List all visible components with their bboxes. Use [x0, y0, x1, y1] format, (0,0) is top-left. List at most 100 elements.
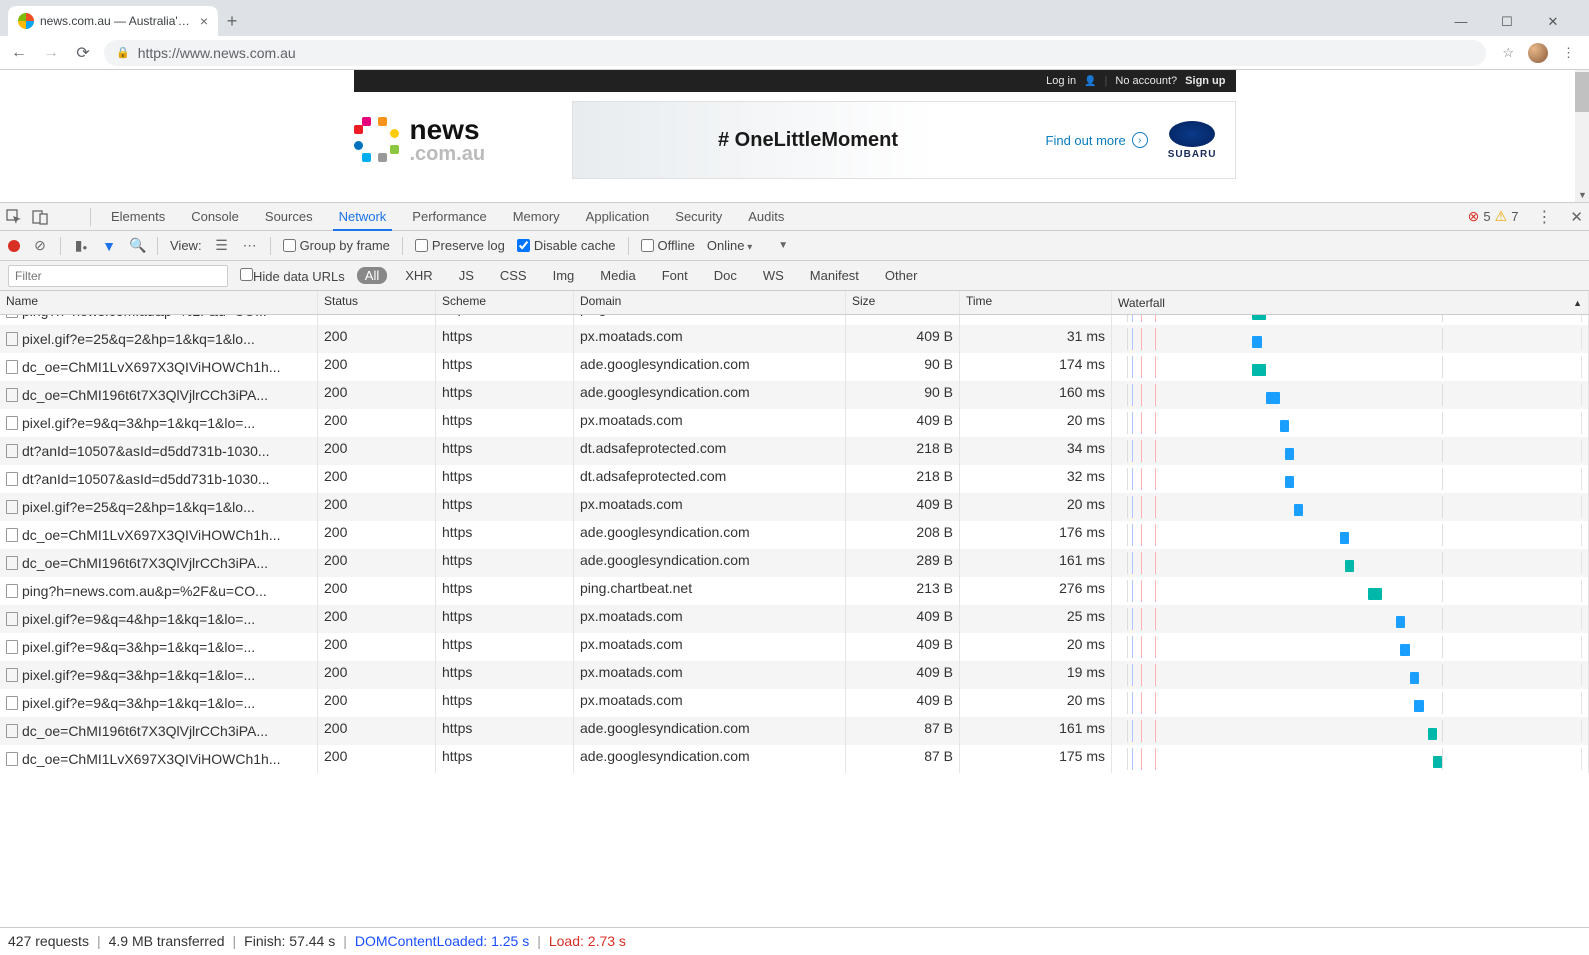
- network-row[interactable]: dt?anId=10507&asId=d5dd731b-1030...200ht…: [0, 437, 1589, 465]
- page-scrollbar[interactable]: ▼: [1575, 70, 1589, 202]
- request-name: dc_oe=ChMI196t6t7X3QlVjlrCCh3iPA...: [22, 387, 268, 403]
- request-size: 289 B: [846, 549, 960, 577]
- request-domain: dt.adsafeprotected.com: [574, 465, 846, 493]
- request-waterfall: [1112, 493, 1589, 521]
- devtools-menu-icon[interactable]: ⋮: [1536, 207, 1552, 227]
- sort-asc-icon[interactable]: ▲: [1573, 298, 1582, 308]
- browser-tab[interactable]: news.com.au — Australia's #1 ne ×: [8, 6, 218, 36]
- document-icon: [6, 472, 18, 486]
- request-status: 200: [318, 717, 436, 745]
- window-minimize-button[interactable]: —: [1447, 14, 1475, 30]
- error-count-icon[interactable]: ⊗: [1468, 208, 1480, 225]
- filter-toggle-icon[interactable]: ▼: [101, 238, 117, 254]
- browser-menu-icon[interactable]: ⋮: [1562, 45, 1575, 61]
- network-row[interactable]: pixel.gif?e=25&q=2&hp=1&kq=1&lo...200htt…: [0, 493, 1589, 521]
- login-link[interactable]: Log in: [1046, 75, 1076, 87]
- filter-type-js[interactable]: JS: [451, 267, 482, 284]
- logo-text-main: news: [410, 116, 486, 144]
- request-scheme: https: [436, 689, 574, 717]
- panel-tab-elements[interactable]: Elements: [105, 203, 171, 231]
- network-row[interactable]: dc_oe=ChMI196t6t7X3QlVjlrCCh3iPA...200ht…: [0, 381, 1589, 409]
- hide-data-urls-checkbox[interactable]: Hide data URLs: [240, 268, 345, 284]
- preserve-log-checkbox[interactable]: Preserve log: [415, 238, 505, 253]
- network-table-body[interactable]: ping?h=news.com.au&p=%2F&u=CO...200https…: [0, 315, 1589, 927]
- window-close-button[interactable]: ✕: [1539, 14, 1567, 30]
- dropdown-caret-icon[interactable]: ▼: [778, 240, 788, 251]
- nav-forward-button[interactable]: →: [40, 44, 62, 62]
- panel-tab-memory[interactable]: Memory: [507, 203, 566, 231]
- profile-avatar-icon[interactable]: [1528, 43, 1548, 63]
- request-size: 409 B: [846, 493, 960, 521]
- devtools-close-icon[interactable]: ✕: [1570, 208, 1583, 226]
- device-toolbar-icon[interactable]: [32, 209, 48, 225]
- filter-type-ws[interactable]: WS: [755, 267, 792, 284]
- large-rows-icon[interactable]: ☰: [214, 237, 230, 254]
- panel-tab-network[interactable]: Network: [333, 203, 393, 231]
- panel-tab-console[interactable]: Console: [185, 203, 245, 231]
- network-row[interactable]: pixel.gif?e=9&q=4&hp=1&kq=1&lo=...200htt…: [0, 605, 1589, 633]
- request-size: 87 B: [846, 717, 960, 745]
- overview-icon[interactable]: ⋯: [242, 237, 258, 254]
- request-domain: ade.googlesyndication.com: [574, 521, 846, 549]
- request-status: 200: [318, 325, 436, 353]
- network-row[interactable]: ping?h=news.com.au&p=%2F&u=CO...200https…: [0, 315, 1589, 325]
- nav-reload-button[interactable]: ⟳: [72, 43, 94, 63]
- filter-type-font[interactable]: Font: [654, 267, 696, 284]
- window-maximize-button[interactable]: ☐: [1493, 14, 1521, 30]
- inspect-element-icon[interactable]: [6, 209, 22, 225]
- status-load: Load: 2.73 s: [549, 933, 626, 949]
- filter-type-css[interactable]: CSS: [492, 267, 535, 284]
- bookmark-star-icon[interactable]: ☆: [1502, 45, 1514, 61]
- panel-tab-security[interactable]: Security: [669, 203, 728, 231]
- filter-type-doc[interactable]: Doc: [706, 267, 745, 284]
- new-tab-button[interactable]: +: [218, 6, 246, 36]
- record-button[interactable]: [8, 240, 20, 252]
- filter-type-img[interactable]: Img: [545, 267, 583, 284]
- network-row[interactable]: dc_oe=ChMI1LvX697X3QIViHOWCh1h...200http…: [0, 353, 1589, 381]
- network-row[interactable]: pixel.gif?e=25&q=2&hp=1&kq=1&lo...200htt…: [0, 325, 1589, 353]
- capture-screenshots-icon[interactable]: ▮●: [73, 237, 89, 254]
- site-logo[interactable]: news .com.au: [354, 116, 554, 164]
- offline-checkbox[interactable]: Offline: [641, 238, 695, 253]
- network-row[interactable]: dc_oe=ChMI196t6t7X3QlVjlrCCh3iPA...200ht…: [0, 717, 1589, 745]
- filter-input[interactable]: [8, 265, 228, 287]
- nav-back-button[interactable]: ←: [8, 44, 30, 62]
- signup-link[interactable]: Sign up: [1185, 75, 1225, 87]
- filter-type-xhr[interactable]: XHR: [397, 267, 440, 284]
- network-row[interactable]: pixel.gif?e=9&q=3&hp=1&kq=1&lo=...200htt…: [0, 661, 1589, 689]
- network-row[interactable]: pixel.gif?e=9&q=3&hp=1&kq=1&lo=...200htt…: [0, 409, 1589, 437]
- ad-banner[interactable]: # OneLittleMoment Find out more › SUBARU: [572, 101, 1236, 179]
- network-row[interactable]: dt?anId=10507&asId=d5dd731b-1030...200ht…: [0, 465, 1589, 493]
- panel-tab-performance[interactable]: Performance: [406, 203, 492, 231]
- request-status: 200: [318, 549, 436, 577]
- tab-close-icon[interactable]: ×: [200, 13, 208, 29]
- panel-tab-sources[interactable]: Sources: [259, 203, 319, 231]
- clear-log-icon[interactable]: ⊘: [32, 237, 48, 254]
- search-icon[interactable]: 🔍: [129, 237, 145, 254]
- warning-count-icon[interactable]: ⚠: [1495, 208, 1508, 225]
- request-status: 200: [318, 493, 436, 521]
- url-field[interactable]: 🔒 https://www.news.com.au: [104, 40, 1486, 66]
- request-waterfall: [1112, 689, 1589, 717]
- network-row[interactable]: pixel.gif?e=9&q=3&hp=1&kq=1&lo=...200htt…: [0, 633, 1589, 661]
- document-icon: [6, 444, 18, 458]
- request-name: pixel.gif?e=9&q=3&hp=1&kq=1&lo=...: [22, 415, 255, 431]
- group-by-frame-checkbox[interactable]: Group by frame: [283, 238, 390, 253]
- disable-cache-checkbox[interactable]: Disable cache: [517, 238, 616, 253]
- throttling-select[interactable]: Online: [707, 238, 752, 253]
- filter-type-media[interactable]: Media: [592, 267, 643, 284]
- request-domain: ade.googlesyndication.com: [574, 353, 846, 381]
- network-table-header[interactable]: Name Status Scheme Domain Size Time Wate…: [0, 291, 1589, 315]
- filter-type-all[interactable]: All: [357, 267, 387, 284]
- request-size: 218 B: [846, 465, 960, 493]
- network-row[interactable]: dc_oe=ChMI1LvX697X3QIViHOWCh1h...200http…: [0, 521, 1589, 549]
- network-row[interactable]: dc_oe=ChMI196t6t7X3QlVjlrCCh3iPA...200ht…: [0, 549, 1589, 577]
- network-row[interactable]: dc_oe=ChMI1LvX697X3QIViHOWCh1h...200http…: [0, 745, 1589, 773]
- filter-type-manifest[interactable]: Manifest: [802, 267, 867, 284]
- filter-type-other[interactable]: Other: [877, 267, 926, 284]
- network-row[interactable]: pixel.gif?e=9&q=3&hp=1&kq=1&lo=...200htt…: [0, 689, 1589, 717]
- panel-tab-application[interactable]: Application: [580, 203, 656, 231]
- ad-headline: # OneLittleMoment: [591, 129, 1026, 152]
- panel-tab-audits[interactable]: Audits: [742, 203, 790, 231]
- network-row[interactable]: ping?h=news.com.au&p=%2F&u=CO...200https…: [0, 577, 1589, 605]
